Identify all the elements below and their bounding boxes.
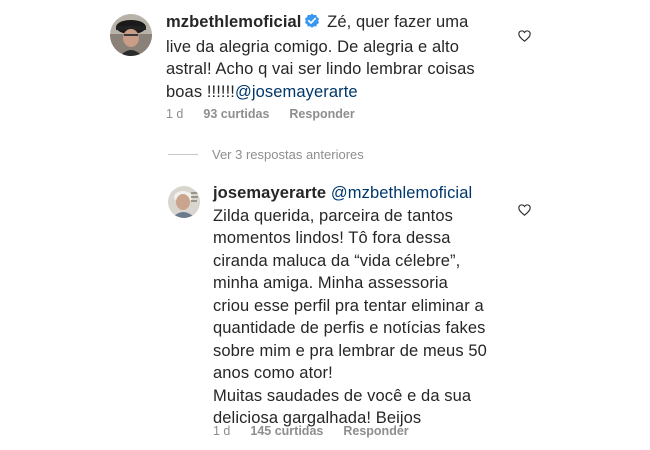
comment-time[interactable]: 1 d — [166, 107, 183, 121]
reply-text-line: Muitas saudades de você e da sua — [213, 386, 472, 405]
reply-text-line: momentos lindos! Tô fora dessa — [213, 229, 451, 247]
view-replies-label: Ver 3 respostas anteriores — [212, 147, 364, 162]
reply-body: josemayerarte @mzbethlemoficial Zilda qu… — [213, 182, 513, 430]
comment-text-line: Zé, quer fazer uma — [327, 13, 469, 31]
reply-text-line: Zilda querida, parceira de tantos — [213, 206, 453, 225]
comment-text-line: boas !!!!!! — [166, 82, 235, 101]
reply-text-line: criou esse perfil pra tentar eliminar a — [213, 296, 484, 315]
reply-time[interactable]: 1 d — [213, 424, 230, 438]
comment-likes[interactable]: 93 curtidas — [203, 107, 269, 121]
comment-body: mzbethlemoficial Zé, quer fazer uma live… — [166, 11, 566, 103]
avatar-josemayerarte[interactable] — [168, 186, 200, 218]
divider-line — [168, 154, 198, 155]
reply-reply-button[interactable]: Responder — [343, 424, 408, 438]
comment-text-line: live da alegria comigo. De alegria e alt… — [166, 37, 460, 56]
like-comment-heart-icon[interactable] — [518, 29, 531, 47]
reply-text-line: ciranda maluca da “vida célebre”, — [213, 251, 461, 270]
avatar-image — [168, 186, 200, 218]
reply-likes[interactable]: 145 curtidas — [250, 424, 323, 438]
reply-text-line: anos como ator! — [213, 364, 333, 382]
comment-mention-link[interactable]: @josemayerarte — [235, 83, 358, 101]
comments-view: mzbethlemoficial Zé, quer fazer uma live… — [0, 0, 650, 450]
reply-meta: 1 d 145 curtidas Responder — [213, 424, 409, 438]
comment-text-line: astral! Acho q vai ser lindo lembrar coi… — [166, 60, 475, 78]
reply-mention-link[interactable]: @mzbethlemoficial — [331, 184, 472, 202]
comment-username[interactable]: mzbethlemoficial — [166, 13, 301, 31]
comment-reply-button[interactable]: Responder — [289, 107, 354, 121]
reply-text-line: quantidade de perfis e notícias fakes — [213, 319, 486, 337]
reply-username[interactable]: josemayerarte — [213, 184, 326, 202]
view-previous-replies-button[interactable]: Ver 3 respostas anteriores — [168, 147, 364, 162]
verified-badge-icon — [304, 13, 320, 36]
avatar-mzbethlemoficial[interactable] — [110, 14, 152, 56]
like-reply-heart-icon[interactable] — [518, 203, 531, 221]
avatar-image — [110, 14, 152, 56]
reply-text-line: minha amiga. Minha assessoria — [213, 274, 448, 292]
comment-meta: 1 d 93 curtidas Responder — [166, 107, 355, 121]
reply-text-line: sobre mim e pra lembrar de meus 50 — [213, 341, 487, 360]
